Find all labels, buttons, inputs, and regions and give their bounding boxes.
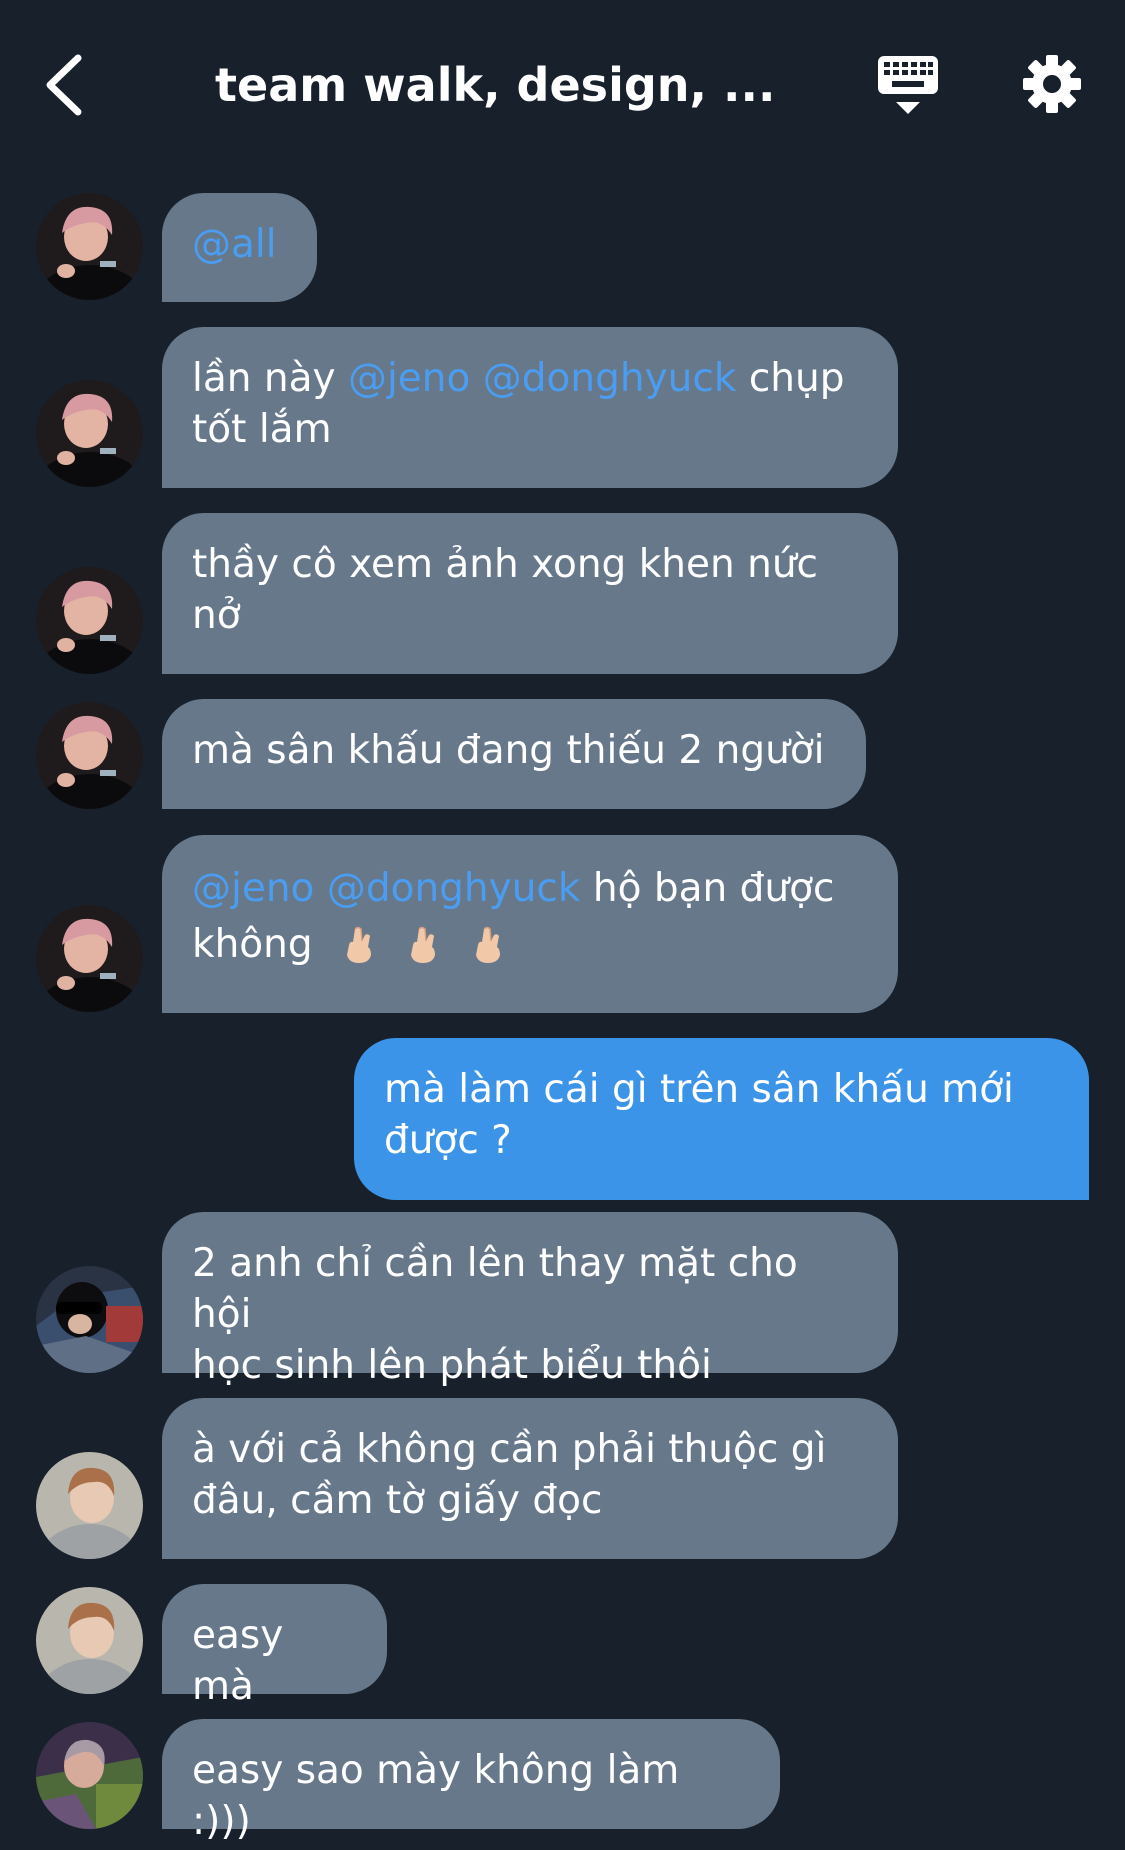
avatar[interactable] bbox=[36, 193, 143, 300]
message-bubble[interactable]: 2 anh chỉ cần lên thay mặt cho hội học s… bbox=[162, 1212, 898, 1388]
avatar[interactable] bbox=[36, 1587, 143, 1694]
message-bubble[interactable]: @all bbox=[162, 193, 317, 302]
message-text: easy sao mày không làm :))) bbox=[192, 1748, 680, 1844]
message-text: easy mà bbox=[192, 1613, 284, 1709]
avatar[interactable] bbox=[36, 1722, 143, 1829]
avatar[interactable] bbox=[36, 1452, 143, 1559]
message-text: mà làm cái gì trên sân khấu mới bbox=[384, 1067, 1014, 1112]
mention-link[interactable]: @all bbox=[192, 222, 277, 267]
message-bubble-outgoing[interactable]: mà làm cái gì trên sân khấu mới được ? bbox=[354, 1038, 1089, 1200]
message-text: học sinh lên phát biểu thôi bbox=[192, 1343, 712, 1388]
avatar[interactable] bbox=[36, 905, 143, 1012]
keyboard-button[interactable] bbox=[876, 54, 940, 120]
crossed-fingers-emoji bbox=[341, 925, 377, 965]
mention-link[interactable]: @donghyuck bbox=[327, 866, 581, 911]
message-text: nở bbox=[192, 593, 241, 638]
message-text-line: không bbox=[192, 917, 868, 973]
message-bubble[interactable]: easy sao mày không làm :))) bbox=[162, 1719, 780, 1844]
avatar[interactable] bbox=[36, 567, 143, 674]
message-text: mà sân khấu đang thiếu 2 người bbox=[192, 728, 825, 773]
message-text: đâu, cầm tờ giấy đọc bbox=[192, 1478, 603, 1523]
mention-link[interactable]: @jeno bbox=[192, 866, 314, 911]
message-bubble[interactable]: easy mà bbox=[162, 1584, 387, 1709]
message-text: thầy cô xem ảnh xong khen nức bbox=[192, 542, 818, 587]
message-text-line: @jeno @donghyuck hộ bạn được bbox=[192, 861, 868, 917]
gear-icon bbox=[1023, 55, 1081, 113]
message-bubble[interactable]: @jeno @donghyuck hộ bạn được không bbox=[162, 835, 898, 1013]
message-text: hộ bạn được bbox=[592, 866, 835, 911]
message-text: 2 anh chỉ cần lên thay mặt cho hội bbox=[192, 1241, 798, 1337]
message-bubble[interactable]: thầy cô xem ảnh xong khen nức nở bbox=[162, 513, 898, 674]
message-text: tốt lắm bbox=[192, 407, 332, 452]
avatar[interactable] bbox=[36, 1266, 143, 1373]
message-text: lần này bbox=[192, 356, 336, 401]
chat-title[interactable]: team walk, design, ... bbox=[215, 52, 775, 118]
message-bubble[interactable]: à với cả không cần phải thuộc gì đâu, cầ… bbox=[162, 1398, 898, 1559]
message-bubble[interactable]: lần này @jeno @donghyuck chụp tốt lắm bbox=[162, 327, 898, 488]
keyboard-icon bbox=[878, 56, 938, 114]
message-text: được ? bbox=[384, 1118, 512, 1163]
message-bubble[interactable]: mà sân khấu đang thiếu 2 người bbox=[162, 699, 866, 809]
mention-link[interactable]: @jeno bbox=[348, 356, 470, 401]
message-text: chụp bbox=[748, 356, 845, 401]
settings-button[interactable] bbox=[1022, 54, 1082, 114]
chevron-left-icon bbox=[46, 54, 82, 116]
chat-header: team walk, design, ... bbox=[0, 0, 1125, 170]
back-button[interactable] bbox=[40, 52, 90, 118]
crossed-fingers-emoji bbox=[405, 925, 441, 965]
avatar[interactable] bbox=[36, 702, 143, 809]
mention-link[interactable]: @donghyuck bbox=[483, 356, 737, 401]
message-text: à với cả không cần phải thuộc gì bbox=[192, 1427, 827, 1472]
avatar[interactable] bbox=[36, 380, 143, 487]
message-text: không bbox=[192, 922, 313, 967]
message-text-line: lần này @jeno @donghyuck chụp bbox=[192, 353, 868, 404]
crossed-fingers-emoji bbox=[470, 925, 506, 965]
